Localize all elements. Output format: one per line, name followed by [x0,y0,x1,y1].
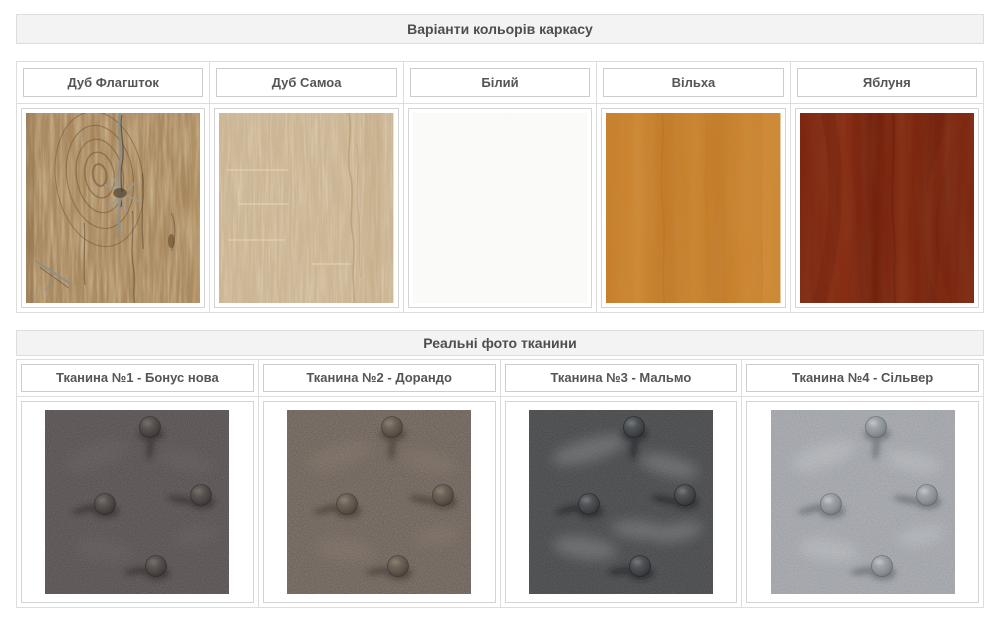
color-option-label: Дуб Самоа [216,68,396,97]
color-option-vilkha: Вільха [597,62,790,312]
section-title: Варіанти кольорів каркасу [407,21,593,37]
swatch-frame [408,108,592,308]
swatch-frame [214,108,398,308]
swatch-frame [795,108,979,308]
fabric-option-2: Тканина №2 - Дорандо [259,360,501,607]
wood-swatch-image-dub-samoa [219,113,393,303]
swatch-frame [601,108,785,308]
swatch-frame [21,108,205,308]
swatch-frame [21,401,254,603]
fabric-option-label: Тканина №4 - Сільвер [746,364,979,392]
fabric-option-label: Тканина №1 - Бонус нова [21,364,254,392]
color-option-yablunya: Яблуня [791,62,983,312]
wood-swatch-image-vilkha [606,113,780,303]
fabric-option-1: Тканина №1 - Бонус нова [17,360,259,607]
fabric-option-label: Тканина №2 - Дорандо [263,364,496,392]
fabric-option-3: Тканина №3 - Мальмо [501,360,743,607]
page-content: Варіанти кольорів каркасу Дуб Флагшток [0,0,1000,608]
fabric-photo-bonus-nova [45,410,229,594]
fabric-photo-malmo [529,410,713,594]
wood-swatch-image-dub-flagshtok [26,113,200,303]
color-option-label: Дуб Флагшток [23,68,203,97]
fabric-option-4: Тканина №4 - Сільвер [742,360,983,607]
wood-swatch-image-yablunya [800,113,974,303]
color-option-dub-samoa: Дуб Самоа [210,62,403,312]
color-option-label: Білий [410,68,590,97]
color-option-dub-flagshtok: Дуб Флагшток [17,62,210,312]
color-option-bilyi: Білий [404,62,597,312]
frame-colors-table: Дуб Флагшток [16,61,984,313]
section-header-frame-colors: Варіанти кольорів каркасу [16,14,984,44]
swatch-frame [505,401,738,603]
fabric-photo-silver [771,410,955,594]
color-option-label: Вільха [603,68,783,97]
color-option-label: Яблуня [797,68,977,97]
swatch-frame [746,401,979,603]
swatch-frame [263,401,496,603]
fabric-photos-table: Тканина №1 - Бонус нова [16,359,984,608]
fabric-option-label: Тканина №3 - Мальмо [505,364,738,392]
fabric-photo-dorando [287,410,471,594]
wood-swatch-image-bilyi [413,113,587,303]
section-title: Реальні фото тканини [423,335,576,351]
section-header-fabric-photos: Реальні фото тканини [16,330,984,356]
